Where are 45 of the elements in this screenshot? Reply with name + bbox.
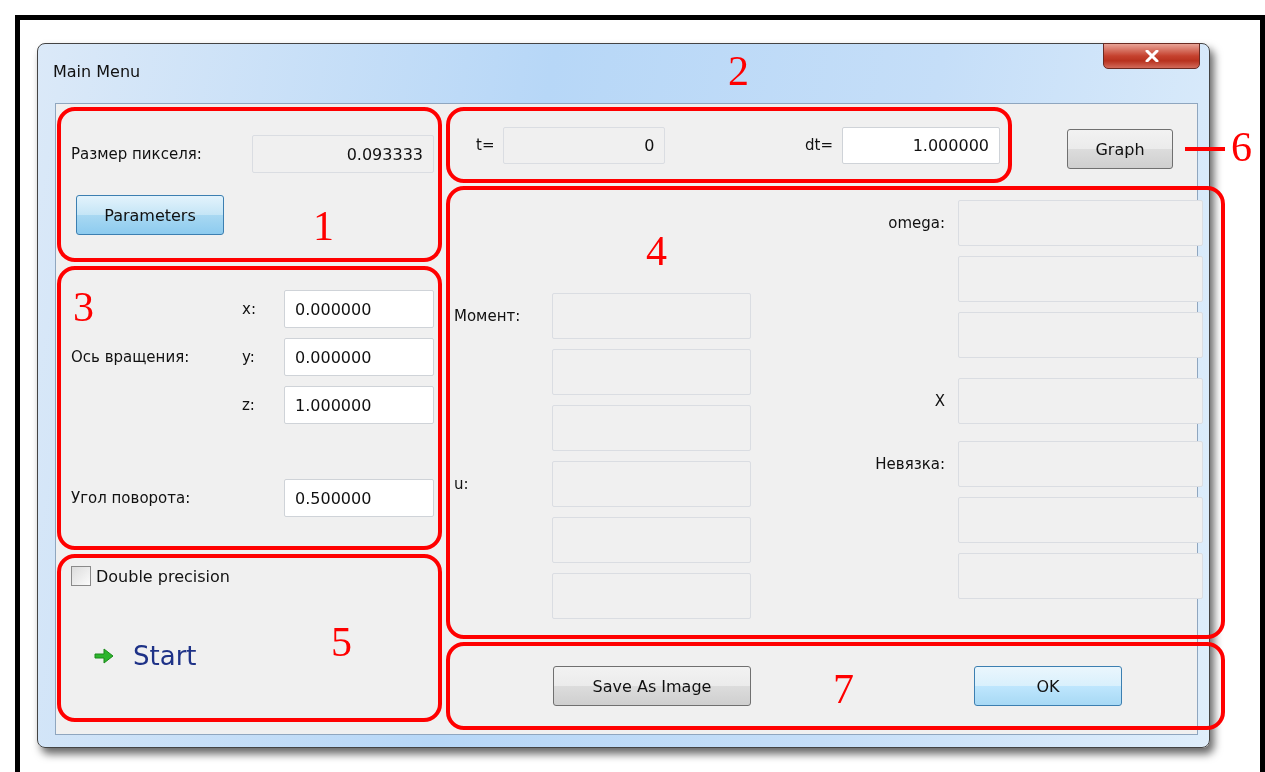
annotation-number: 1 (313, 205, 334, 247)
input-field[interactable] (958, 256, 1203, 302)
checkbox[interactable] (71, 566, 91, 586)
input-field[interactable]: 0.000000 (284, 290, 434, 328)
input-field[interactable] (958, 441, 1203, 487)
field-label: X (933, 392, 946, 410)
field-label: Ось вращения: (71, 348, 191, 366)
field-label: dt= (805, 136, 833, 154)
field-label: x: (241, 300, 257, 318)
arrow-icon (93, 646, 115, 666)
input-field[interactable]: 0.500000 (284, 479, 434, 517)
checkbox-label: Double precision (96, 566, 230, 586)
graph-button[interactable]: Graph (1067, 129, 1173, 169)
field-label: z: (241, 396, 256, 414)
annotation-number: 4 (646, 230, 667, 272)
field-label: Невязка: (874, 455, 946, 473)
input-field[interactable] (958, 497, 1203, 543)
annotation-number: 7 (833, 668, 854, 710)
annotation-number: 6 (1231, 126, 1252, 168)
annotation-number: 3 (73, 286, 94, 328)
close-icon (1143, 50, 1160, 62)
input-field[interactable]: 0.093333 (252, 135, 434, 173)
parameters-button[interactable]: Parameters (76, 195, 224, 235)
input-field[interactable] (958, 312, 1203, 358)
input-field[interactable] (958, 378, 1203, 424)
input-field[interactable] (958, 553, 1203, 599)
annotation-number: 5 (331, 621, 352, 663)
field-label: Угол поворота: (71, 489, 191, 507)
annotation-number: 2 (728, 50, 749, 92)
input-field[interactable]: 0 (503, 126, 666, 164)
start-link[interactable]: Start (93, 641, 197, 671)
input-field[interactable] (958, 200, 1203, 246)
input-field[interactable]: 1.000000 (842, 126, 1000, 164)
field-label: omega: (887, 214, 946, 232)
field-label: u: (454, 475, 470, 493)
close-button[interactable] (1103, 43, 1200, 69)
field-label: y: (241, 348, 256, 366)
field-label: Размер пикселя: (71, 145, 202, 163)
save-button[interactable]: Save As Image (553, 666, 751, 706)
input-field[interactable]: 1.000000 (284, 386, 434, 424)
input-field[interactable]: 0.000000 (284, 338, 434, 376)
field-label: Момент: (454, 307, 522, 325)
field-label: t= (476, 136, 495, 154)
window-title: Main Menu (53, 62, 141, 81)
ok-button[interactable]: OK (974, 666, 1122, 706)
